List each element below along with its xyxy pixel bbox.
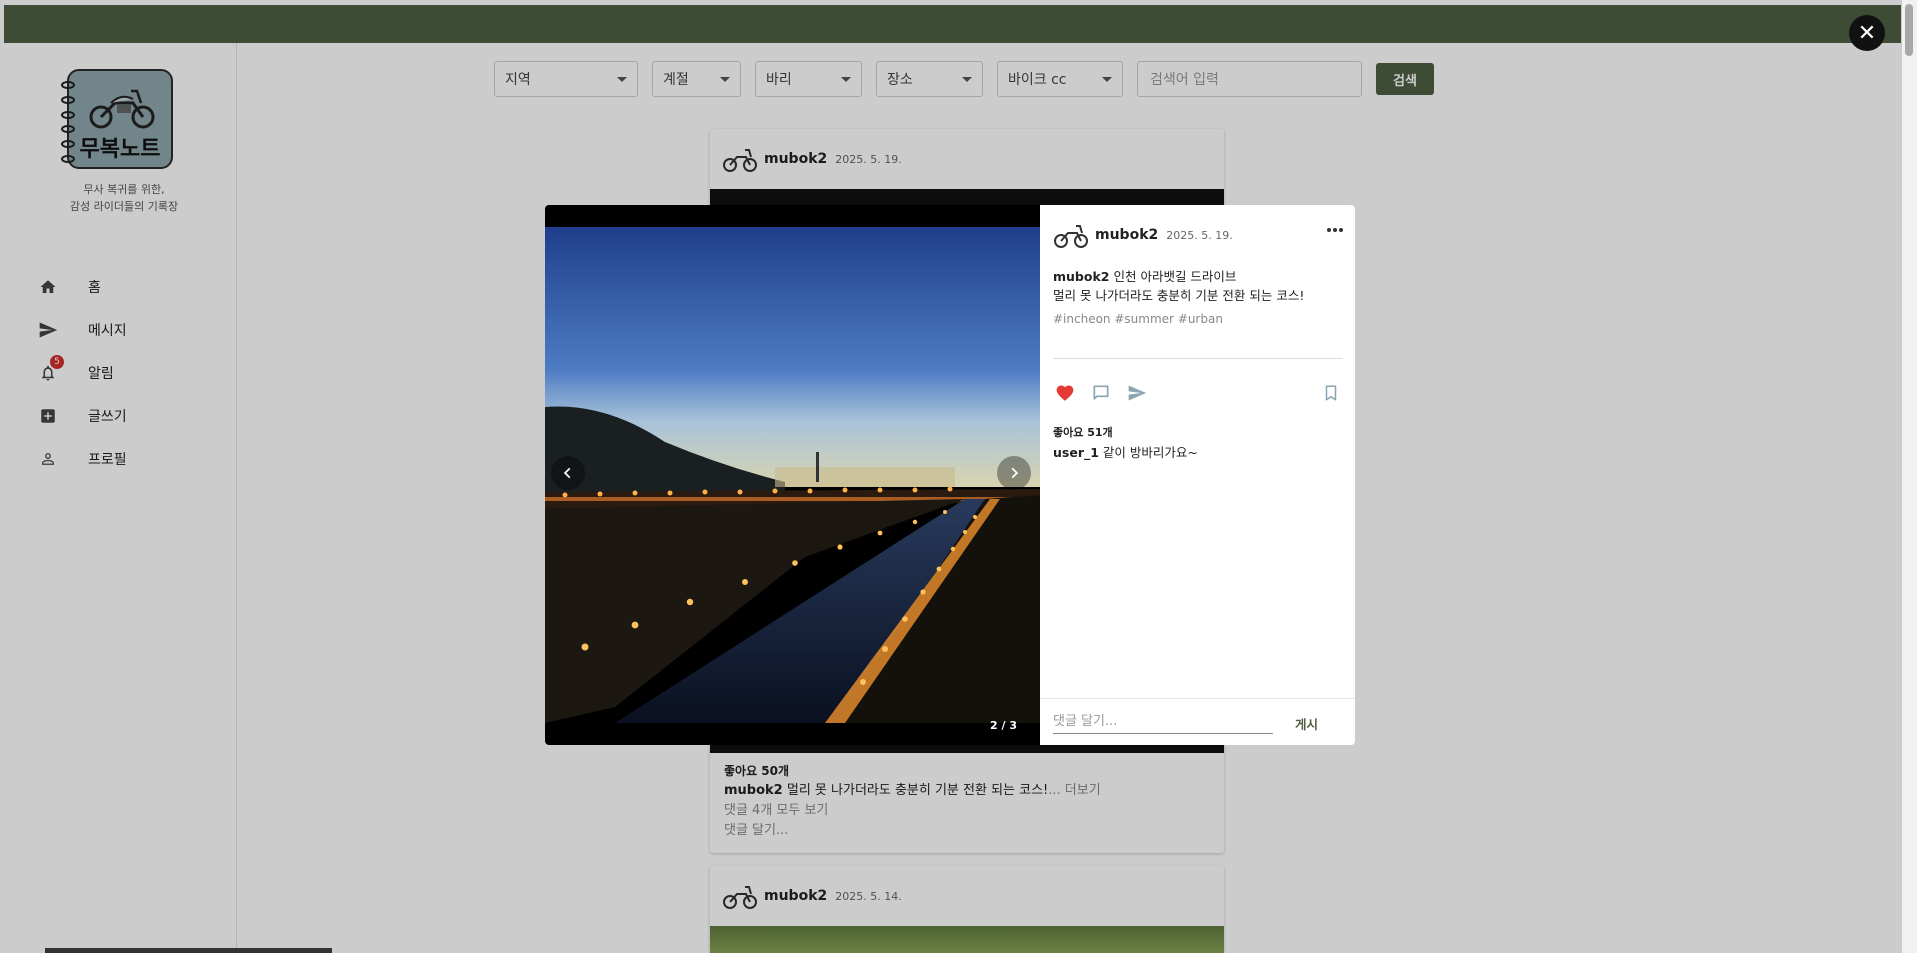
caption-body: 멀리 못 나가더라도 충분히 기분 전환 되는 코스!: [1053, 288, 1305, 303]
horizontal-scrollbar[interactable]: [45, 948, 332, 953]
comment-button[interactable]: [1089, 381, 1113, 405]
post-comment-button[interactable]: 게시: [1295, 714, 1318, 733]
post-caption: mubok2 인천 아라뱃길 드라이브 멀리 못 나가더라도 충분히 기분 전환…: [1053, 267, 1343, 305]
scrollbar-thumb[interactable]: [1905, 4, 1913, 56]
caption-title: 인천 아라뱃길 드라이브: [1113, 269, 1237, 284]
comment-text: 같이 방바리가요~: [1102, 445, 1198, 460]
bookmark-button[interactable]: [1319, 381, 1343, 405]
likes-count: 좋아요 51개: [1053, 426, 1113, 439]
post-actions: [1053, 381, 1343, 405]
like-button[interactable]: [1053, 381, 1077, 405]
comment-icon: [1093, 385, 1109, 400]
send-icon: [1128, 385, 1147, 401]
share-button[interactable]: [1125, 381, 1149, 405]
chevron-right-icon: [1011, 467, 1019, 479]
prev-image-button[interactable]: [551, 456, 585, 490]
comment-bar: 댓글 달기... 게시: [1040, 698, 1355, 745]
hashtags[interactable]: #incheon #summer #urban: [1053, 312, 1223, 326]
caption-username[interactable]: mubok2: [1053, 269, 1109, 284]
next-image-button[interactable]: [997, 456, 1031, 490]
comment-input[interactable]: 댓글 달기...: [1053, 706, 1273, 734]
post-photo[interactable]: [545, 227, 1040, 723]
comment-username[interactable]: user_1: [1053, 445, 1099, 460]
bookmark-icon: [1325, 385, 1337, 401]
post-detail-panel: mubok2 2025. 5. 19. mubok2 인천 아라뱃길 드라이브 …: [1040, 205, 1355, 745]
scrollbar[interactable]: [1902, 0, 1917, 953]
heart-icon: [1056, 385, 1074, 401]
divider: [1053, 358, 1343, 359]
image-counter: 2 / 3: [990, 719, 1017, 732]
avatar[interactable]: [1053, 220, 1089, 250]
post-date: 2025. 5. 19.: [1166, 228, 1233, 242]
comment-item: user_1 같이 방바리가요~: [1053, 442, 1198, 461]
chevron-left-icon: [563, 467, 571, 479]
close-button[interactable]: ✕: [1849, 15, 1885, 51]
more-options-icon[interactable]: [1327, 228, 1343, 232]
media-viewer: 2 / 3: [545, 205, 1040, 745]
post-modal: 2 / 3 mubok2 2025. 5. 19. mubok2 인천 아라뱃길…: [545, 205, 1355, 745]
post-detail-header: mubok2 2025. 5. 19.: [1053, 220, 1343, 250]
post-username[interactable]: mubok2: [1095, 227, 1158, 243]
